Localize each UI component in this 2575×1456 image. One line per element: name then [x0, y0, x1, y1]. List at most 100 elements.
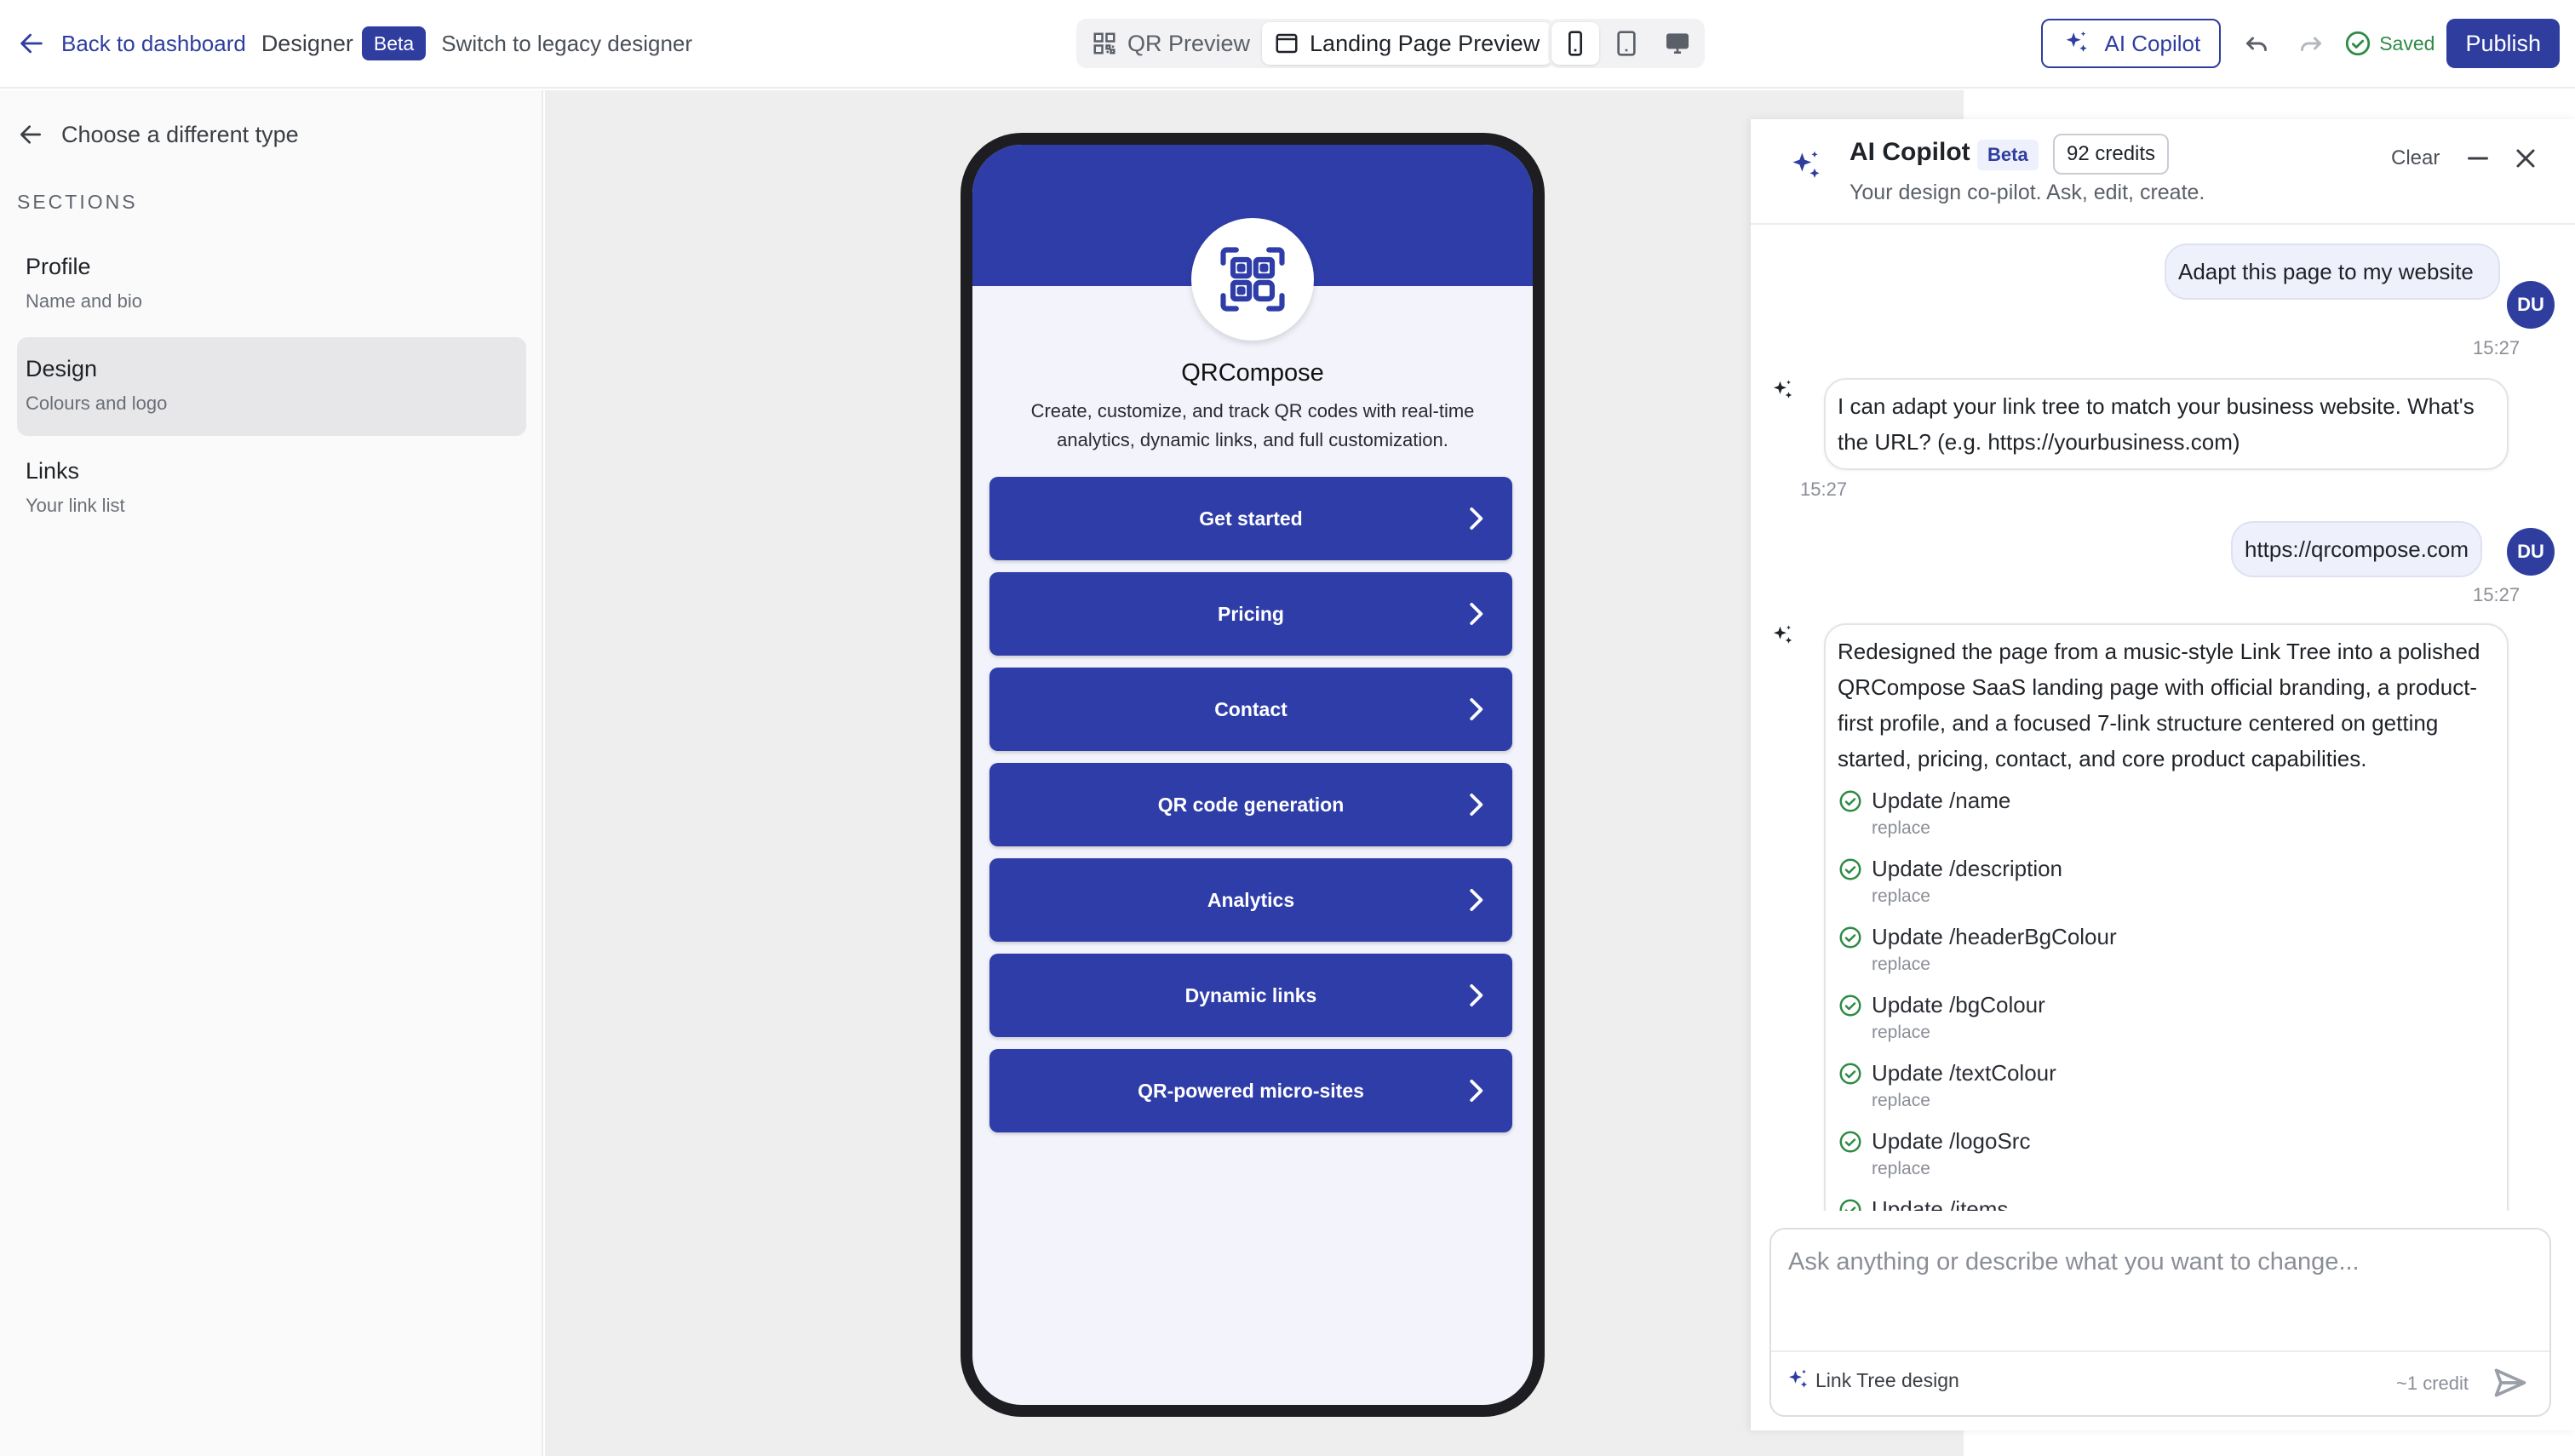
change-operation: replace — [1872, 954, 1930, 974]
change-operation: replace — [1872, 1023, 1930, 1042]
sidebar-item-subtitle: Your link list — [26, 495, 125, 516]
sparkles-icon — [2062, 29, 2090, 58]
arrow-left-icon — [17, 29, 46, 58]
tablet-icon — [1613, 30, 1640, 57]
user-message-bubble: https://qrcompose.com — [2231, 521, 2482, 577]
check-circle-icon — [1838, 925, 1863, 950]
sidebar-item-profile[interactable]: Profile Name and bio — [17, 235, 526, 334]
undo-icon — [2241, 28, 2272, 59]
check-circle-icon — [1838, 1197, 1863, 1211]
chevron-right-icon — [1460, 1075, 1492, 1107]
check-circle-icon — [1838, 1061, 1863, 1086]
undo-button[interactable] — [2238, 25, 2275, 62]
device-mobile-button[interactable] — [1551, 22, 1599, 65]
top-bar-right: AI Copilot Saved Publish — [2041, 18, 2560, 69]
message-timestamp: 15:27 — [1800, 479, 1848, 500]
change-title: Update /logoSrc — [1872, 1128, 2031, 1154]
saved-label: Saved — [2379, 32, 2435, 54]
preview-link-button[interactable]: Pricing — [989, 572, 1512, 656]
saved-status: Saved — [2343, 29, 2434, 58]
sidebar-item-subtitle: Colours and logo — [26, 393, 168, 414]
preview-link-label: QR code generation — [1157, 793, 1345, 816]
user-message-bubble: Adapt this page to my website — [2165, 244, 2500, 300]
check-circle-icon — [1838, 788, 1863, 814]
change-list: Update /name replace Update /description… — [1838, 783, 2495, 1211]
preview-link-label: Contact — [1214, 697, 1288, 720]
copilot-prompt-input[interactable] — [1773, 1231, 2548, 1350]
preview-link-button[interactable]: QR code generation — [989, 763, 1512, 846]
copilot-credits-badge: 92 credits — [2053, 134, 2170, 175]
sidebar-item-title: Design — [26, 356, 98, 381]
preview-link-button[interactable]: Get started — [989, 477, 1512, 560]
sidebar-item-design[interactable]: Design Colours and logo — [17, 337, 526, 436]
tab-landing-page-preview-label: Landing Page Preview — [1310, 30, 1540, 56]
sections-heading: SECTIONS — [17, 191, 138, 213]
change-operation: replace — [1872, 818, 1930, 838]
choose-different-type-label: Choose a different type — [61, 121, 299, 147]
sidebar-item-subtitle: Name and bio — [26, 290, 142, 312]
sidebar-item-title: Links — [26, 458, 80, 484]
preview-profile-description: Create, customize, and track QR codes wi… — [1030, 400, 1475, 450]
sparkles-icon — [1786, 148, 1824, 186]
change-title: Update /name — [1872, 788, 2011, 813]
minimize-icon[interactable] — [2463, 143, 2493, 174]
message-timestamp: 15:27 — [2473, 584, 2521, 605]
preview-link-button[interactable]: Contact — [989, 668, 1512, 751]
copilot-header: AI Copilot Beta 92 credits Your design c… — [1751, 119, 2575, 225]
left-sidebar: Choose a different type SECTIONS Profile… — [0, 90, 543, 1456]
publish-button[interactable]: Publish — [2446, 19, 2560, 68]
assistant-message-bubble: Redesigned the page from a music-style L… — [1824, 623, 2509, 1211]
change-title: Update /bgColour — [1872, 992, 2045, 1017]
close-icon[interactable] — [2510, 143, 2541, 174]
copilot-mode-selector[interactable]: Link Tree design — [1785, 1367, 1959, 1393]
copilot-clear-button[interactable]: Clear — [2391, 146, 2440, 170]
top-bar-left: Back to dashboard Designer Beta Switch t… — [17, 22, 692, 65]
change-operation: replace — [1872, 1159, 1930, 1178]
change-item: Update /description replace — [1838, 851, 2495, 920]
preview-link-button[interactable]: Analytics — [989, 858, 1512, 942]
device-tablet-button[interactable] — [1603, 22, 1650, 65]
assistant-message-text: Redesigned the page from a music-style L… — [1838, 639, 2480, 771]
preview-link-label: Analytics — [1207, 888, 1295, 911]
change-title: Update /headerBgColour — [1872, 924, 2117, 949]
copilot-messages: Adapt this page to my website DU 15:27 I… — [1751, 226, 2575, 1211]
change-item: Update /headerBgColour replace — [1838, 920, 2495, 988]
preview-link-button[interactable]: Dynamic links — [989, 954, 1512, 1037]
device-desktop-button[interactable] — [1654, 22, 1701, 65]
check-circle-icon — [1838, 1129, 1863, 1155]
preview-link-button[interactable]: QR-powered micro-sites — [989, 1049, 1512, 1132]
choose-different-type-link[interactable]: Choose a different type — [17, 121, 299, 148]
change-title: Update /textColour — [1872, 1060, 2056, 1086]
tab-landing-page-preview[interactable]: Landing Page Preview — [1262, 22, 1552, 65]
sparkles-icon — [1769, 378, 1795, 404]
back-to-dashboard-label: Back to dashboard — [61, 30, 246, 56]
designer-label: Designer — [261, 30, 353, 56]
device-toggle — [1548, 19, 1705, 68]
back-to-dashboard-link[interactable]: Back to dashboard — [17, 29, 246, 58]
copilot-subtitle: Your design co-pilot. Ask, edit, create. — [1850, 181, 2205, 204]
switch-to-legacy-designer-link[interactable]: Switch to legacy designer — [441, 31, 692, 57]
ai-copilot-button-label: AI Copilot — [2104, 30, 2201, 56]
preview-profile-name: QRCompose — [1181, 359, 1324, 387]
change-item: Update /logoSrc replace — [1838, 1124, 2495, 1192]
copilot-input-box: Link Tree design ~1 credit — [1769, 1228, 2551, 1417]
change-item: Update /bgColour replace — [1838, 988, 2495, 1056]
chevron-right-icon — [1460, 502, 1492, 535]
message-timestamp: 15:27 — [2473, 337, 2521, 358]
sparkles-icon — [1785, 1367, 1810, 1393]
ai-copilot-panel: AI Copilot Beta 92 credits Your design c… — [1751, 119, 2575, 1430]
ai-copilot-button[interactable]: AI Copilot — [2041, 19, 2222, 68]
send-icon[interactable] — [2492, 1364, 2529, 1402]
change-operation: replace — [1872, 886, 1930, 906]
tab-qr-preview[interactable]: QR Preview — [1080, 22, 1262, 65]
change-item: Update /items — [1838, 1192, 2495, 1211]
sidebar-item-links[interactable]: Links Your link list — [17, 439, 526, 538]
input-divider — [1771, 1350, 2549, 1352]
redo-button[interactable] — [2292, 25, 2330, 62]
qr-logo-icon — [1213, 240, 1292, 318]
redo-icon — [2296, 28, 2326, 59]
change-title: Update /description — [1872, 856, 2063, 881]
change-item: Update /name replace — [1838, 783, 2495, 851]
copilot-credit-cost: ~1 credit — [2396, 1373, 2469, 1394]
change-title: Update /items — [1872, 1196, 2009, 1211]
